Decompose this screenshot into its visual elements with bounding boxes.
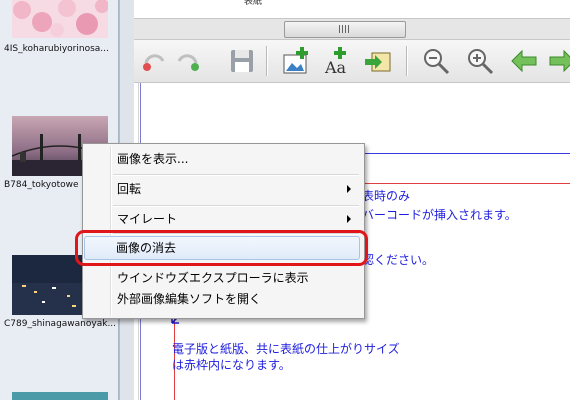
- menu-item-show-in-explorer[interactable]: ウインドウズエクスプローラに表示: [86, 267, 361, 289]
- add-text-icon[interactable]: Aa: [322, 45, 354, 77]
- doc-text-line: バーコードが挿入されます。: [362, 208, 517, 222]
- horizontal-scrollbar[interactable]: [134, 18, 570, 40]
- thumbnail-label: B784_tokyotowe: [4, 180, 79, 190]
- menu-item-open-external-editor[interactable]: 外部画像編集ソフトを開く: [86, 288, 361, 310]
- scrollbar-thumb[interactable]: [284, 21, 406, 38]
- toolbar: Aa: [134, 40, 570, 83]
- thumbnail-label: C789_shinagawanoyak...: [4, 319, 117, 329]
- menu-item-my-rating[interactable]: マイレート: [86, 208, 361, 230]
- submenu-arrow-icon: [347, 215, 351, 223]
- import-icon[interactable]: [362, 45, 394, 77]
- zoom-out-icon[interactable]: [420, 45, 452, 77]
- zoom-in-icon[interactable]: [464, 45, 496, 77]
- thumbnail-partial[interactable]: [12, 392, 108, 400]
- arrow-left-icon[interactable]: [508, 45, 540, 77]
- highlight-annotation: [75, 230, 368, 266]
- menu-item-label: 回転: [117, 182, 142, 196]
- menu-item-rotate[interactable]: 回転: [86, 178, 361, 200]
- document-top-area: 表紙: [134, 0, 570, 18]
- menu-item-label: 画像を表示...: [117, 152, 189, 166]
- add-image-icon[interactable]: [280, 45, 312, 77]
- thumbnail-cherry-blossom[interactable]: [12, 0, 108, 38]
- save-icon[interactable]: [226, 45, 258, 77]
- submenu-arrow-icon: [347, 185, 351, 193]
- doc-text-line: 認ください。: [362, 253, 435, 267]
- arrow-right-icon[interactable]: [546, 45, 570, 77]
- menu-item-show-image[interactable]: 画像を表示...: [86, 148, 361, 170]
- top-label: 表紙: [244, 0, 263, 7]
- doc-text-line: 電子版と紙版、共に表紙の仕上がりサイズ: [172, 342, 400, 356]
- undo-icon[interactable]: [138, 45, 170, 77]
- menu-item-label: 外部画像編集ソフトを開く: [117, 292, 262, 306]
- thumbnail-label: 4IS_koharubiyorinosa...: [4, 44, 109, 54]
- menu-item-label: マイレート: [117, 212, 178, 226]
- menu-item-label: ウインドウズエクスプローラに表示: [117, 271, 309, 285]
- doc-text-line: 表時のみ: [362, 189, 411, 203]
- redo-icon[interactable]: [172, 45, 204, 77]
- svg-text:Aa: Aa: [324, 58, 347, 77]
- doc-text-line: は赤枠内になります。: [172, 358, 291, 372]
